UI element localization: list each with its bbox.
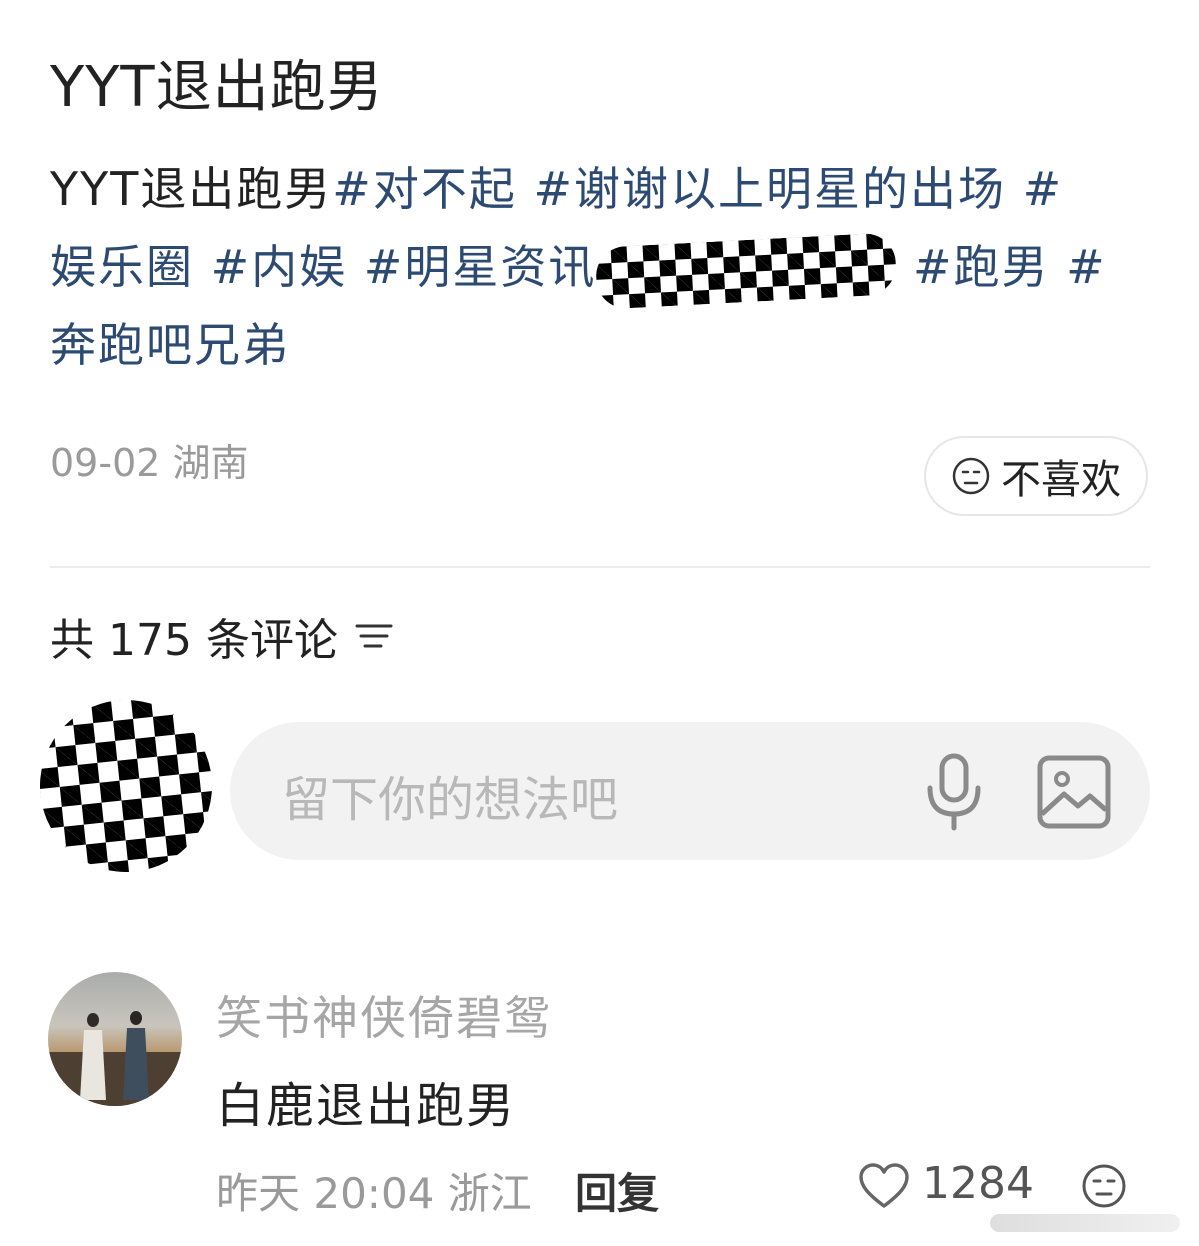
post-location: 湖南 [172,441,249,485]
comment-location: 浙江 [447,1169,532,1218]
comment-input-placeholder: 留下你的想法吧 [282,772,619,828]
comment-time: 昨天 20:04 [216,1169,435,1218]
reply-button[interactable]: 回复 [575,1160,659,1221]
redacted-mark [594,231,898,310]
neutral-face-icon [952,457,990,495]
hashtag-line-2[interactable]: 娱乐圈 #内娱 #明星资讯 [50,240,596,294]
comment-count: 共 175 条评论 [50,615,338,666]
divider [50,566,1150,568]
avatar-figures-image [48,1011,182,1106]
comment-count-header[interactable]: 共 175 条评论 [50,604,394,668]
hashtag-line-1[interactable]: #对不起 #谢谢以上明星的出场 # [332,162,1063,216]
comment-text: 白鹿退出跑男 [216,1078,517,1134]
like-count: 1284 [922,1158,1034,1209]
dislike-button[interactable]: 不喜欢 [924,436,1148,516]
comment-dislike-icon[interactable] [1080,1162,1128,1210]
dislike-label: 不喜欢 [1001,457,1121,503]
image-icon[interactable] [1036,754,1112,830]
commenter-name[interactable]: 笑书神侠倚碧鸳 [216,982,552,1048]
heart-icon[interactable] [858,1162,910,1210]
post-body: YYT退出跑男#对不起 #谢谢以上明星的出场 # 娱乐圈 #内娱 #明星资讯 #… [50,150,1160,384]
sort-lines-icon [355,624,393,648]
hashtag-line-2-end[interactable]: #跑男 # [913,240,1107,294]
watermark [990,1214,1180,1232]
hashtag-line-3[interactable]: 奔跑吧兄弟 [50,318,290,372]
post-body-text: YYT退出跑男 [50,162,333,216]
commenter-avatar[interactable] [48,972,182,1106]
comment-meta: 昨天 20:04 浙江 [216,1160,532,1221]
microphone-icon[interactable] [922,752,986,832]
post-meta: 09-02 湖南 [50,432,249,487]
post-title: YYT退出跑男 [50,55,384,120]
my-avatar[interactable] [31,691,221,881]
post-date: 09-02 [50,441,161,485]
